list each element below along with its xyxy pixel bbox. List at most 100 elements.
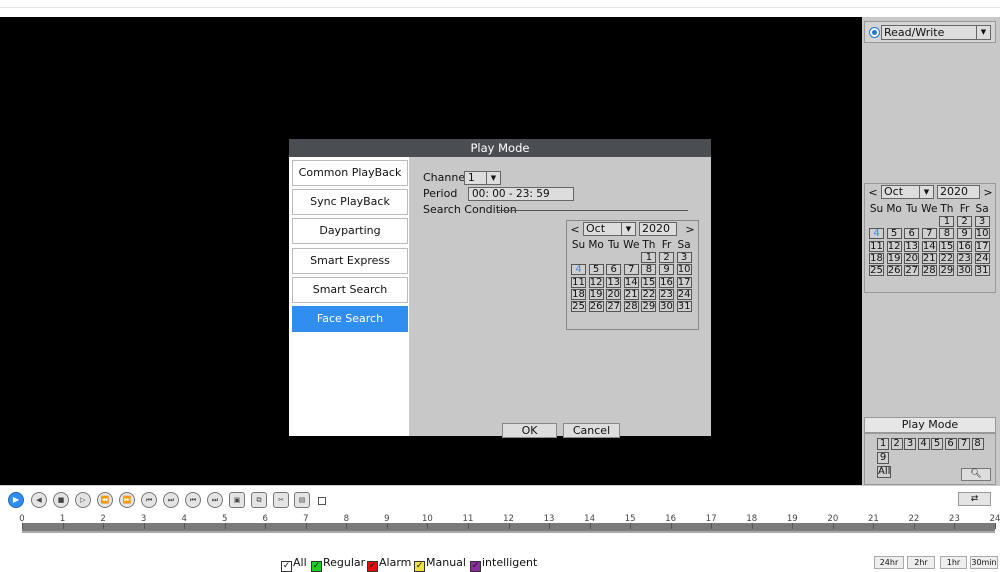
all-channels-checkbox[interactable]: All xyxy=(877,466,891,478)
calendar-day[interactable]: 25 xyxy=(571,301,586,313)
calendar-day[interactable]: 15 xyxy=(939,240,955,252)
month-dropdown[interactable]: Oct ▼ xyxy=(881,185,934,199)
channel-checkbox-4[interactable]: 4 xyxy=(917,438,930,450)
fullscreen-button[interactable]: ▣ xyxy=(229,492,245,508)
calendar-day[interactable]: 27 xyxy=(904,265,920,277)
calendar-day[interactable]: 10 xyxy=(974,228,990,240)
legend-regular[interactable]: ✓ Regular xyxy=(311,556,365,572)
calendar-day[interactable]: 31 xyxy=(676,301,692,313)
menu-smart-search[interactable]: Smart Search xyxy=(292,276,408,303)
prev-month-icon[interactable]: < xyxy=(867,186,879,199)
calendar-day[interactable]: 8 xyxy=(641,264,657,276)
month-dropdown[interactable]: Oct ▼ xyxy=(583,222,636,236)
legend-all[interactable]: ✓ All xyxy=(281,556,307,572)
calendar-day[interactable]: 21 xyxy=(921,252,937,264)
chevron-down-icon[interactable]: ▼ xyxy=(486,172,500,184)
next-file-button[interactable]: ⏭ xyxy=(207,492,223,508)
calendar-day[interactable]: 14 xyxy=(921,240,937,252)
calendar-day[interactable]: 22 xyxy=(641,288,657,300)
next-month-icon[interactable]: > xyxy=(684,223,696,236)
calendar-day[interactable]: 12 xyxy=(588,276,604,288)
calendar-day[interactable]: 11 xyxy=(869,240,884,252)
calendar-day[interactable]: 16 xyxy=(957,240,972,252)
channel-checkbox-7[interactable]: 7 xyxy=(958,438,970,450)
calendar-day[interactable]: 15 xyxy=(641,276,657,288)
option-checkbox[interactable] xyxy=(318,497,326,505)
calendar-day[interactable]: 7 xyxy=(623,264,639,276)
clip-button[interactable]: ⧉ xyxy=(251,492,267,508)
calendar-day[interactable]: 27 xyxy=(606,301,622,313)
calendar-day[interactable]: 7 xyxy=(921,228,937,240)
calendar-day[interactable]: 14 xyxy=(623,276,639,288)
calendar-day[interactable]: 30 xyxy=(659,301,674,313)
calendar-day[interactable]: 17 xyxy=(676,276,692,288)
save-button[interactable]: ▤ xyxy=(294,492,310,508)
calendar-day[interactable]: 19 xyxy=(886,252,902,264)
calendar-day[interactable]: 3 xyxy=(676,252,692,263)
reverse-play-button[interactable]: ◀ xyxy=(31,492,47,508)
sync-button[interactable]: ⇄ xyxy=(958,492,991,506)
channel-checkbox-3[interactable]: 3 xyxy=(904,438,916,450)
calendar-day[interactable]: 30 xyxy=(957,265,972,277)
play-mode-button[interactable]: Play Mode xyxy=(864,417,996,433)
calendar-day[interactable]: 4 xyxy=(571,264,586,276)
legend-checkbox[interactable]: ✓ xyxy=(281,561,292,572)
year-field[interactable]: 2020 xyxy=(937,185,980,199)
calendar-day[interactable]: 20 xyxy=(904,252,920,264)
calendar-day[interactable]: 9 xyxy=(957,228,972,240)
channel-dropdown[interactable]: 1 ▼ xyxy=(464,171,501,185)
calendar-day[interactable]: 26 xyxy=(886,265,902,277)
legend-checkbox[interactable]: ✓ xyxy=(414,561,425,572)
calendar-day[interactable]: 23 xyxy=(957,252,972,264)
calendar-day[interactable]: 29 xyxy=(939,265,955,277)
menu-sync-playback[interactable]: Sync PlayBack xyxy=(292,189,408,216)
calendar-day[interactable]: 28 xyxy=(623,301,639,313)
calendar-day[interactable]: 19 xyxy=(588,288,604,300)
calendar-day[interactable]: 20 xyxy=(606,288,622,300)
chevron-down-icon[interactable]: ▼ xyxy=(976,26,990,39)
calendar-day[interactable]: 5 xyxy=(886,228,902,240)
calendar-day[interactable]: 6 xyxy=(904,228,920,240)
calendar-day[interactable]: 9 xyxy=(659,264,674,276)
mode-dropdown[interactable]: Read/Write ▼ xyxy=(881,25,991,40)
calendar-day[interactable]: 13 xyxy=(904,240,920,252)
calendar-day[interactable]: 22 xyxy=(939,252,955,264)
zoom-24hr-button[interactable]: 24hr xyxy=(874,556,904,569)
calendar-day[interactable]: 25 xyxy=(869,265,884,277)
calendar-day[interactable]: 28 xyxy=(921,265,937,277)
calendar-day[interactable]: 5 xyxy=(588,264,604,276)
legend-alarm[interactable]: ✓ Alarm xyxy=(367,556,411,572)
menu-common-playback[interactable]: Common PlayBack xyxy=(292,160,408,186)
calendar-day[interactable]: 3 xyxy=(974,216,990,227)
calendar-day[interactable]: 11 xyxy=(571,276,586,288)
calendar-day[interactable]: 17 xyxy=(974,240,990,252)
calendar-day[interactable]: 2 xyxy=(957,216,972,227)
channel-checkbox-9[interactable]: 9 xyxy=(877,452,889,464)
zoom-30min-button[interactable]: 30min xyxy=(970,556,998,569)
previous-file-button[interactable]: ⏮ xyxy=(185,492,201,508)
menu-dayparting[interactable]: Dayparting xyxy=(292,218,408,245)
radio-icon[interactable] xyxy=(869,27,880,38)
calendar-day[interactable]: 24 xyxy=(974,252,990,264)
calendar-day[interactable]: 2 xyxy=(659,252,674,263)
search-button[interactable]: 🔍︎ xyxy=(961,468,991,481)
calendar-day[interactable]: 24 xyxy=(676,288,692,300)
legend-intelligent[interactable]: ✓ intelligent xyxy=(470,556,537,572)
calendar-day[interactable]: 26 xyxy=(588,301,604,313)
calendar-day[interactable]: 13 xyxy=(606,276,622,288)
next-frame-button[interactable]: ⏭ xyxy=(163,492,179,508)
mode-selector[interactable]: Read/Write ▼ xyxy=(864,21,996,43)
previous-frame-button[interactable]: ⏮ xyxy=(141,492,157,508)
calendar-day[interactable]: 6 xyxy=(606,264,622,276)
calendar-day[interactable]: 4 xyxy=(869,228,884,240)
chevron-down-icon[interactable]: ▼ xyxy=(919,186,933,198)
cancel-button[interactable]: Cancel xyxy=(563,423,620,438)
chevron-down-icon[interactable]: ▼ xyxy=(621,223,635,235)
channel-checkbox-2[interactable]: 2 xyxy=(890,438,903,450)
calendar-day[interactable]: 23 xyxy=(659,288,674,300)
period-field[interactable]: 00: 00 - 23: 59 xyxy=(468,187,574,201)
next-month-icon[interactable]: > xyxy=(982,186,994,199)
calendar-day[interactable]: 18 xyxy=(869,252,884,264)
legend-checkbox[interactable]: ✓ xyxy=(311,561,322,572)
calendar-day[interactable]: 21 xyxy=(623,288,639,300)
